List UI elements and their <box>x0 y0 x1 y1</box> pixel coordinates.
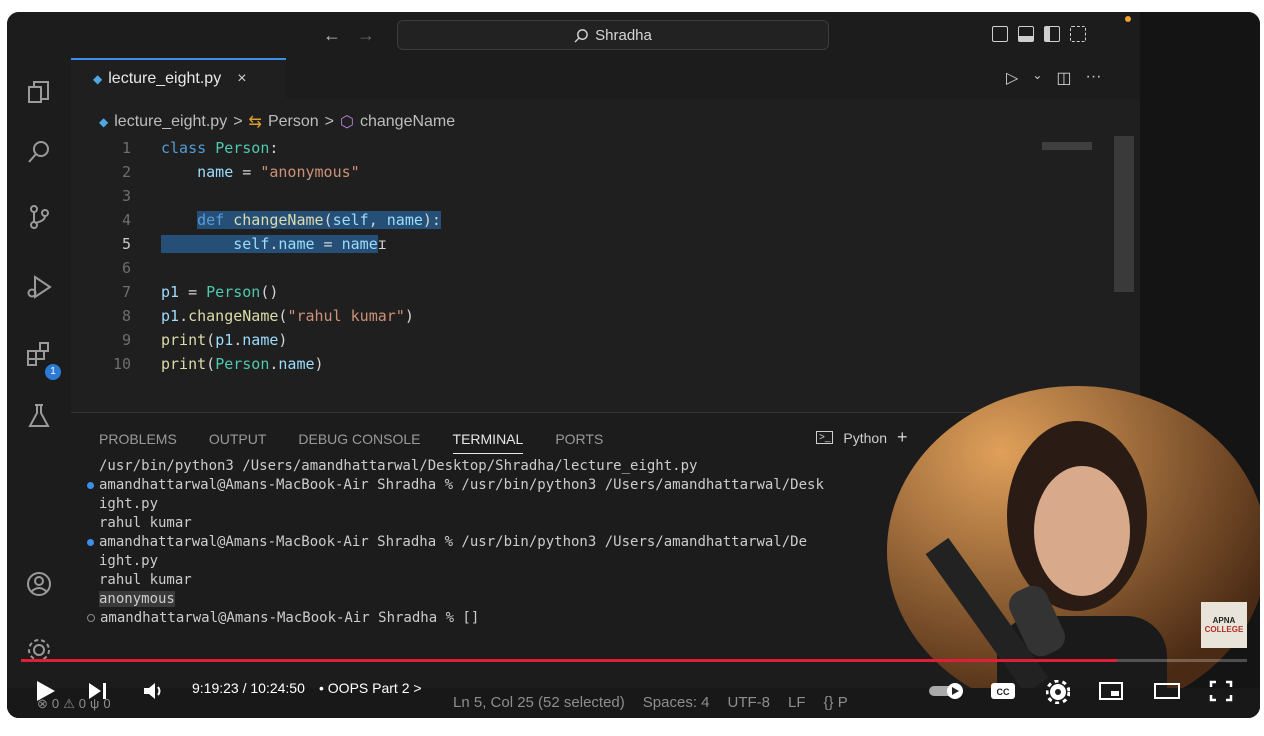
terminal-line: amandhattarwal@Amans-MacBook-Air Shradha… <box>87 476 824 495</box>
search-text: Shradha <box>595 26 652 44</box>
video-progress-bar[interactable] <box>21 659 1247 662</box>
toggle-panel-icon[interactable] <box>1018 26 1034 42</box>
minimap[interactable] <box>1042 142 1092 150</box>
account-icon[interactable] <box>25 570 53 598</box>
tab-close-button[interactable]: × <box>237 70 246 88</box>
run-debug-icon[interactable] <box>25 273 53 301</box>
run-button[interactable]: ▷ <box>1006 68 1018 88</box>
tab-ports[interactable]: PORTS <box>555 431 603 454</box>
python-file-icon: ◆ <box>99 115 109 129</box>
title-bar: ← → Shradha <box>7 12 1140 58</box>
miniplayer-icon[interactable] <box>1098 681 1124 701</box>
extensions-badge: 1 <box>45 364 61 380</box>
toggle-secondary-icon[interactable] <box>1044 26 1060 42</box>
fullscreen-icon[interactable] <box>1209 680 1233 702</box>
tab-output[interactable]: OUTPUT <box>209 431 267 454</box>
shell-label[interactable]: Python <box>843 430 887 446</box>
breadcrumb-method[interactable]: changeName <box>360 113 455 131</box>
language-mode[interactable]: {} P <box>824 694 848 711</box>
activity-bar: 1 <box>7 58 71 718</box>
apna-college-logo: APNA COLLEGE <box>1201 602 1247 648</box>
progress-played <box>21 659 1118 662</box>
indentation[interactable]: Spaces: 4 <box>643 694 710 711</box>
layout-controls <box>992 26 1086 42</box>
autoplay-toggle[interactable] <box>927 682 967 700</box>
volume-icon[interactable] <box>142 681 164 701</box>
presenter-image <box>887 386 1260 716</box>
search-icon <box>574 28 588 43</box>
breadcrumb-sep: > <box>233 113 243 130</box>
warning-icon: ⚠ <box>63 696 75 711</box>
terminal-line: rahul kumar <box>99 515 192 531</box>
theater-icon[interactable] <box>1153 681 1181 701</box>
line-ending[interactable]: LF <box>788 694 806 711</box>
terminal-line: /usr/bin/python3 /Users/amandhattarwal/D… <box>99 458 698 474</box>
panel-tabs: PROBLEMS OUTPUT DEBUG CONSOLE TERMINAL P… <box>99 431 603 454</box>
testing-flask-icon[interactable] <box>25 402 53 430</box>
method-symbol-icon: ⬡ <box>340 114 354 131</box>
code-editor[interactable]: 1 class Person: 2 name = "anonymous" 3 4 … <box>71 136 1140 412</box>
breadcrumb: ◆ lecture_eight.py > ⇆ Person > ⬡ change… <box>99 112 455 132</box>
python-file-icon: ◆ <box>93 72 103 86</box>
forward-arrow-icon[interactable]: → <box>357 25 375 46</box>
tab-problems[interactable]: PROBLEMS <box>99 431 177 454</box>
video-frame[interactable]: ← → Shradha 1 ◆ lecture_eight.py × ▷ ⌄ ◫… <box>7 12 1260 718</box>
terminal-line: amandhattarwal@Amans-MacBook-Air Shradha… <box>87 533 824 552</box>
editor-scrollbar[interactable] <box>1114 136 1134 292</box>
terminal-output[interactable]: /usr/bin/python3 /Users/amandhattarwal/D… <box>87 457 824 628</box>
prompt-dot <box>87 614 95 622</box>
class-symbol-icon: ⇆ <box>248 114 262 131</box>
encoding[interactable]: UTF-8 <box>728 694 771 711</box>
play-icon[interactable] <box>35 679 57 703</box>
breadcrumb-class[interactable]: Person <box>268 113 319 131</box>
run-menu-chevron-icon[interactable]: ⌄ <box>1032 68 1042 88</box>
customize-layout-icon[interactable] <box>1070 26 1086 42</box>
tab-terminal[interactable]: TERMINAL <box>452 431 524 454</box>
tab-filename: lecture_eight.py <box>108 70 222 87</box>
webcam-overlay <box>887 386 1260 716</box>
terminal-line: amandhattarwal@Amans-MacBook-Air Shradha… <box>87 609 824 628</box>
more-actions-icon[interactable]: ··· <box>1086 68 1102 88</box>
terminal-line: anonymous <box>99 591 175 607</box>
terminal-line: rahul kumar <box>99 572 192 588</box>
explorer-icon[interactable] <box>25 78 53 106</box>
command-success-dot <box>87 538 94 546</box>
cursor-position[interactable]: Ln 5, Col 25 (52 selected) <box>453 694 625 711</box>
video-time: 9:19:23 / 10:24:50 <box>192 680 305 696</box>
cc-icon[interactable]: CC <box>990 680 1016 702</box>
back-arrow-icon[interactable]: ← <box>323 25 341 46</box>
tab-lecture-eight[interactable]: ◆ lecture_eight.py × <box>71 58 286 98</box>
breadcrumb-file[interactable]: lecture_eight.py <box>114 113 227 131</box>
split-editor-icon[interactable]: ◫ <box>1056 68 1071 88</box>
chapter-title[interactable]: • OOPS Part 2 > <box>319 680 422 696</box>
toggle-sidebar-icon[interactable] <box>992 26 1008 42</box>
terminal-line: ight.py <box>99 496 159 512</box>
breadcrumb-sep: > <box>324 113 334 130</box>
settings-icon[interactable] <box>1046 680 1070 704</box>
tab-debug-console[interactable]: DEBUG CONSOLE <box>298 431 420 454</box>
new-terminal-button[interactable]: + <box>897 427 908 448</box>
next-icon[interactable] <box>87 681 109 701</box>
terminal-actions: >_ Python + <box>816 427 908 448</box>
source-control-icon[interactable] <box>25 203 53 231</box>
status-items: Ln 5, Col 25 (52 selected) Spaces: 4 UTF… <box>453 694 848 711</box>
editor-tabs: ◆ lecture_eight.py × ▷ ⌄ ◫ ··· <box>71 58 1140 98</box>
svg-text:CC: CC <box>997 687 1010 697</box>
notification-dot <box>1125 16 1131 22</box>
search-icon[interactable] <box>25 138 53 166</box>
terminal-line: ight.py <box>99 553 159 569</box>
command-search[interactable]: Shradha <box>397 20 829 50</box>
terminal-icon: >_ <box>816 431 834 444</box>
editor-actions: ▷ ⌄ ◫ ··· <box>1006 68 1101 88</box>
command-success-dot <box>87 481 94 489</box>
